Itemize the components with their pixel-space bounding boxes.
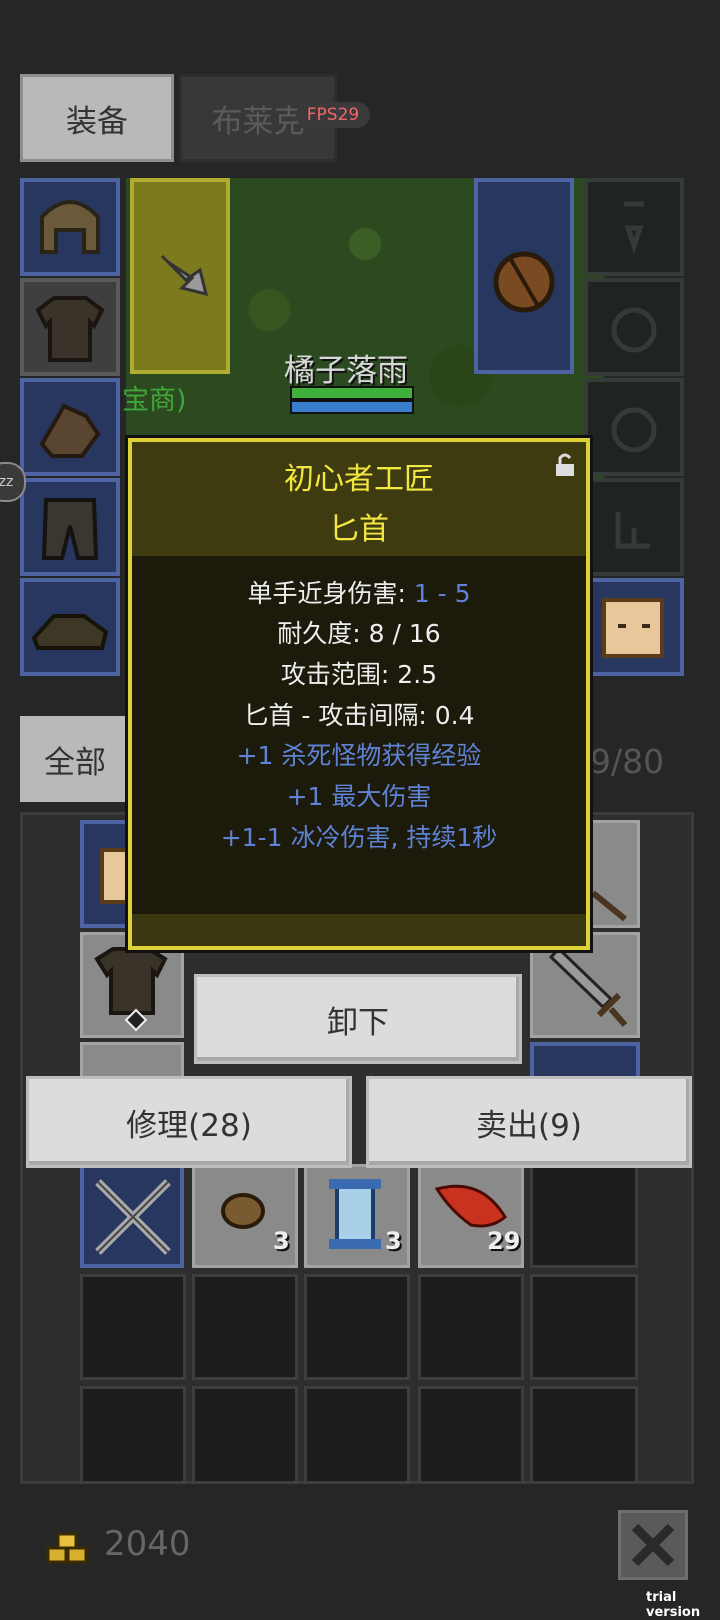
inventory-slot[interactable]: 3 bbox=[192, 1164, 298, 1268]
pet-icon bbox=[615, 512, 650, 549]
inventory-slot[interactable] bbox=[192, 1274, 298, 1380]
amulet-slot[interactable] bbox=[584, 178, 684, 276]
player-name: 橘子落雨 bbox=[284, 353, 408, 389]
watermark: trial version bbox=[646, 1590, 701, 1620]
inventory-slot[interactable] bbox=[80, 1164, 184, 1268]
stat-durability: 耐久度: 8 / 16 bbox=[277, 619, 441, 648]
boots-icon bbox=[31, 614, 109, 650]
weapon-slot[interactable] bbox=[130, 178, 230, 374]
inventory-slot[interactable] bbox=[530, 1386, 638, 1484]
sell-button[interactable]: 卖出(9) bbox=[366, 1076, 692, 1168]
close-icon bbox=[631, 1523, 675, 1567]
armor-slot[interactable] bbox=[20, 278, 120, 376]
inventory-slot[interactable] bbox=[304, 1274, 410, 1380]
cat-icon bbox=[602, 598, 664, 658]
item-count: 3 bbox=[385, 1227, 402, 1255]
player-health-bar bbox=[290, 386, 414, 400]
inventory-slot[interactable] bbox=[80, 1274, 186, 1380]
ring-slot-1[interactable] bbox=[584, 278, 684, 376]
boots-slot[interactable] bbox=[20, 578, 120, 676]
player-mana-bar bbox=[290, 400, 414, 414]
pet-slot[interactable] bbox=[584, 478, 684, 576]
gloves-icon bbox=[39, 403, 101, 458]
armor-icon bbox=[35, 296, 105, 362]
bonus-exp: +1 杀死怪物获得经验 bbox=[236, 741, 482, 770]
shield-icon bbox=[493, 251, 555, 313]
tooltip-title-item: 匕首 bbox=[329, 512, 389, 547]
ring-icon bbox=[611, 407, 657, 453]
crossed-swords-icon bbox=[95, 1179, 171, 1255]
inventory-slot[interactable] bbox=[530, 1274, 638, 1380]
helmet-slot[interactable] bbox=[20, 178, 120, 276]
filter-all-button[interactable]: 全部 bbox=[20, 716, 130, 802]
inventory-slot[interactable] bbox=[530, 1164, 638, 1268]
repair-button[interactable]: 修理(28) bbox=[26, 1076, 352, 1168]
item-tooltip: 初心者工匠 匕首 单手近身伤害: 1 - 5 耐久度: 8 / 16 攻击范围:… bbox=[125, 435, 593, 953]
pants-icon bbox=[41, 498, 99, 560]
tooltip-title-prefix: 初心者工匠 bbox=[284, 462, 434, 497]
armor-icon bbox=[94, 947, 168, 1032]
pants-slot[interactable] bbox=[20, 478, 120, 576]
inventory-capacity: 9/80 bbox=[590, 742, 665, 781]
fps-counter: FPS29 bbox=[296, 102, 370, 128]
npc-label: 宝商) bbox=[122, 385, 187, 416]
inventory-slot[interactable]: 3 bbox=[304, 1164, 410, 1268]
close-button[interactable] bbox=[618, 1510, 688, 1580]
amulet-icon bbox=[624, 201, 644, 254]
inventory-slot[interactable] bbox=[304, 1386, 410, 1484]
dagger-icon bbox=[160, 254, 209, 297]
stat-attack-interval: 匕首 - 攻击间隔: 0.4 bbox=[243, 701, 475, 730]
item-count: 29 bbox=[487, 1227, 521, 1255]
gold-coins-icon bbox=[46, 1532, 88, 1564]
item-count: 3 bbox=[273, 1227, 290, 1255]
pet-portrait-slot[interactable] bbox=[584, 578, 684, 676]
stat-range: 攻击范围: 2.5 bbox=[280, 660, 438, 689]
helmet-icon bbox=[40, 200, 100, 254]
tooltip-footer bbox=[132, 914, 586, 946]
inventory-slot[interactable] bbox=[80, 1386, 186, 1484]
tab-equipment[interactable]: 装备 bbox=[20, 74, 174, 162]
gloves-slot[interactable] bbox=[20, 378, 120, 476]
stat-damage: 单手近身伤害: 1 - 5 bbox=[247, 579, 471, 608]
bonus-max-damage: +1 最大伤害 bbox=[286, 782, 432, 811]
inventory-slot[interactable] bbox=[192, 1386, 298, 1484]
ring-icon bbox=[611, 307, 657, 353]
ring-slot-2[interactable] bbox=[584, 378, 684, 476]
inventory-slot[interactable] bbox=[418, 1386, 524, 1484]
bonus-cold-damage: +1-1 冰冷伤害, 持续1秒 bbox=[220, 823, 498, 852]
sword-icon bbox=[548, 946, 628, 1027]
inventory-slot[interactable]: 29 bbox=[418, 1164, 524, 1268]
gold-amount: 2040 bbox=[104, 1524, 191, 1564]
unequip-button[interactable]: 卸下 bbox=[194, 974, 522, 1064]
inventory-slot[interactable] bbox=[418, 1274, 524, 1380]
shield-slot[interactable] bbox=[474, 178, 574, 374]
